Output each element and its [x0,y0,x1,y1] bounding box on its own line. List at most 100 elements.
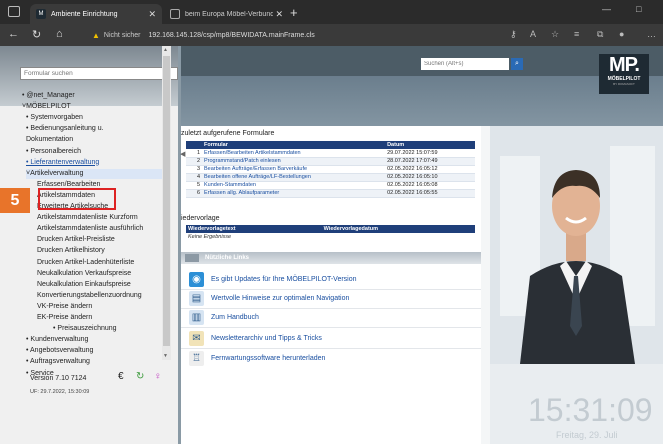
search-icon: ⌕ [515,60,519,67]
reload-icon[interactable]: ↻ [32,28,41,41]
tree-item[interactable]: Dokumentation [26,135,73,145]
row-formular-link[interactable]: Bearbeiten offene Aufträge/LF-Bestellung… [202,173,386,182]
row-date: 02.05.2022 16:05:55 [385,189,475,198]
tree-item[interactable]: Artikelstammdatenliste Kurzform [37,213,138,223]
link-divider [181,327,481,328]
header-search-input[interactable] [421,58,509,70]
row-number: 4 [186,173,202,182]
useful-link-label[interactable]: Es gibt Updates für Ihre MÖBELPILOT-Vers… [211,276,357,283]
row-formular-link[interactable]: Kunden-Stammdaten [202,181,386,190]
table-row[interactable]: 6 Erfassen allg. Ablaufparameter 02.05.202… [186,189,475,198]
new-tab-icon[interactable]: + [290,5,298,20]
tree-item[interactable]: VK-Preise ändern [37,302,92,312]
tree-item[interactable]: Artikelstammdatenliste ausführlich [37,224,143,234]
tree-item[interactable]: ˅Artikelverwaltung [26,168,162,179]
tree-item[interactable]: • Lieferantenverwaltung [26,158,99,168]
back-icon[interactable]: ← [8,28,19,40]
tree-item[interactable]: ˅MÖBELPILOT [22,102,71,112]
useful-link-label[interactable]: Newsletterarchiv und Tipps & Tricks [211,335,322,342]
wiedervorlage-title: iedervorlage [181,215,220,222]
useful-link-label[interactable]: Wertvolle Hinweise zur optimalen Navigat… [211,295,349,302]
read-aloud-icon[interactable]: A [530,29,536,39]
tree-item[interactable]: Neukalkulation Einkaufspreise [37,280,131,290]
row-formular-link[interactable]: Programmstand/Patch einlesen [202,157,386,166]
logo-mark: MP. [609,54,640,76]
tab-ambiente[interactable]: M Ambiente Einrichtung ✕ [30,4,162,24]
tab-actions-icon[interactable] [8,6,20,17]
useful-link[interactable]: ◉ Es gibt Updates für Ihre MÖBELPILOT-Ver… [181,272,357,287]
person-icon[interactable]: ♀ [154,371,162,382]
row-formular-link[interactable]: Bearbeiten Aufträge/Erfassen Barverkäufe [202,165,386,174]
row-number: 6 [186,189,202,198]
hero-photo [490,126,663,364]
row-number: 1 [186,149,202,158]
tree-item[interactable]: • Preisauszeichnung [53,324,117,334]
tree-item[interactable]: • Auftragsverwaltung [26,357,90,367]
maximize-icon[interactable]: □ [636,4,641,14]
favorite-icon[interactable]: ☆ [551,29,559,40]
col-datum[interactable]: Datum [385,141,475,149]
tree-item[interactable]: • Angebotsverwaltung [26,346,93,356]
collections-icon[interactable]: ⧉ [597,29,603,40]
row-formular-link[interactable]: Erfassen allg. Ablaufparameter [202,189,386,198]
tree-item[interactable]: • @net_Manager [22,91,75,101]
useful-link-label[interactable]: Fernwartungssoftware herunterladen [211,355,325,362]
address-bar: ← ↻ ⌂ ▲ Nicht sicher 192.168.145.128/csp… [0,24,663,46]
main-header: ⌕ MP. MÖBELPILOT BY ROMASOFT [181,46,663,126]
close-icon[interactable]: ✕ [148,9,156,20]
row-date: 02.05.2022 16:05:08 [385,181,475,190]
mp-logo: MP. MÖBELPILOT BY ROMASOFT [599,54,649,94]
col-formular[interactable]: Formular [202,141,386,149]
col-wv-text[interactable]: Wiedervorlagetext [186,225,322,233]
home-icon[interactable]: ⌂ [56,28,63,40]
link-divider [181,289,481,290]
tree-item[interactable]: Neukalkulation Verkaufspreise [37,269,131,279]
table-row[interactable]: 3 Bearbeiten Aufträge/Erfassen Barverkäuf… [186,165,475,174]
url-text: 192.168.145.128/csp/mp8/BEWIDATA.mainFra… [148,31,315,39]
scroll-thumb[interactable] [163,56,170,346]
uf-timestamp: UF: 29.7.2022, 15:30:09 [30,389,90,395]
form-search-input[interactable] [20,67,178,80]
book-icon: ▤ [189,291,204,306]
sidebar-scrollbar[interactable]: ▲ ▼ [162,46,171,360]
scroll-down-icon[interactable]: ▼ [163,353,168,359]
tree-item[interactable]: • Bedienungsanleitung u. [26,124,104,134]
tree-item[interactable]: • Personalbereich [26,147,81,157]
manual-icon: ▥ [189,310,204,325]
search-button[interactable]: ⌕ [511,58,523,70]
useful-links-header: Nützliche Links [181,252,481,264]
scroll-up-icon[interactable]: ▲ [163,47,168,53]
tree-item[interactable]: Konvertierungstabellenzuordnung [37,291,142,301]
useful-link[interactable]: ▤ Wertvolle Hinweise zur optimalen Naviga… [181,291,349,306]
minimize-icon[interactable]: — [602,4,611,14]
favorites-list-icon[interactable]: ≡ [574,29,579,39]
tree-item[interactable]: • Kundenverwaltung [26,335,88,345]
useful-link-label[interactable]: Zum Handbuch [211,314,259,321]
useful-link[interactable]: ♖ Fernwartungssoftware herunterladen [181,351,325,366]
row-formular-link[interactable]: Erfassen/Bearbeiten Artikelstammdaten [202,149,386,158]
tree-item[interactable]: Drucken Artikelhistory [37,246,105,256]
more-icon[interactable]: … [647,29,656,39]
useful-link[interactable]: ✉ Newsletterarchiv und Tipps & Tricks [181,331,322,346]
table-row[interactable]: 4 Bearbeiten offene Aufträge/LF-Bestellun… [186,173,475,182]
refresh-icon[interactable]: ↻ [136,371,144,382]
col-wv-date[interactable]: Wiedervorlagedatum [321,225,475,233]
close-icon[interactable]: ✕ [275,9,283,20]
collapse-arrow-icon[interactable]: ◀ [180,150,185,158]
tree-item[interactable]: Drucken Artikel-Preisliste [37,235,115,245]
tree-item[interactable]: • Systemvorgaben [26,113,83,123]
key-icon[interactable]: ⚷ [510,29,517,40]
tree-item[interactable]: Drucken Artikel-Ladenhüterliste [37,258,134,268]
links-header-icon [185,254,199,262]
tab-europa[interactable]: beim Europa Möbel-Verbund - ✕ [164,4,289,24]
table-row[interactable]: 5 Kunden-Stammdaten 02.05.2022 16:05:08 [186,181,475,190]
url-field[interactable]: ▲ Nicht sicher 192.168.145.128/csp/mp8/B… [92,27,532,43]
table-row[interactable]: 1 Erfassen/Bearbeiten Artikelstammdaten 29… [186,149,475,158]
euro-icon[interactable]: € [118,371,124,382]
profile-icon[interactable]: ● [619,29,624,39]
useful-link[interactable]: ▥ Zum Handbuch [181,310,259,325]
page-icon [170,9,180,19]
tree-item[interactable]: EK-Preise ändern [37,313,92,323]
table-row[interactable]: 2 Programmstand/Patch einlesen 28.07.2022 … [186,157,475,166]
row-date: 28.07.2022 17:07:49 [385,157,475,166]
